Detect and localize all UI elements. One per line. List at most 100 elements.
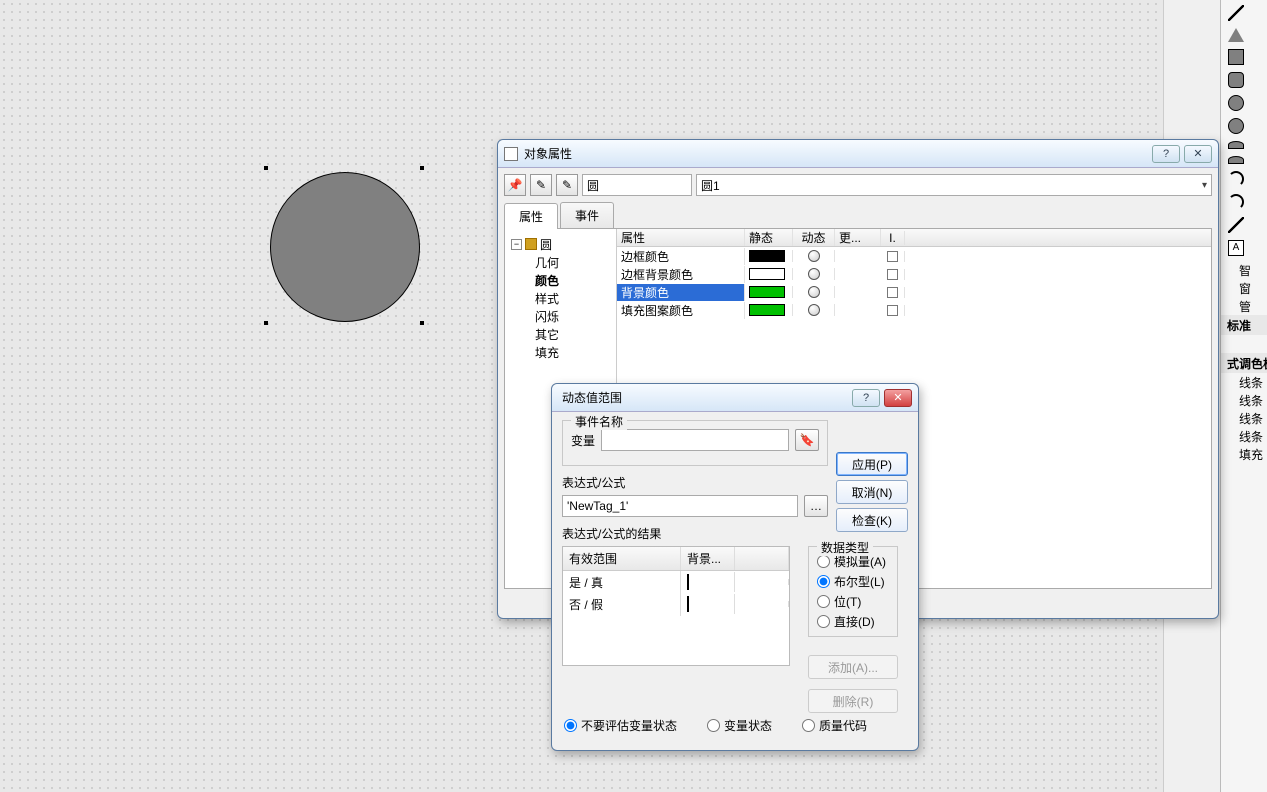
arc2-tool-icon[interactable] (1228, 194, 1244, 210)
table-row[interactable]: 是 / 真 (563, 571, 789, 593)
selection-handle[interactable] (264, 166, 268, 170)
bulb-icon[interactable] (808, 304, 820, 316)
prop-name: 边框颜色 (617, 248, 745, 265)
tag-browse-button[interactable]: 🔖 (795, 429, 819, 451)
col-dynamic[interactable]: 动态 (793, 229, 835, 246)
expression-browse-button[interactable]: … (804, 495, 828, 517)
tree-leaf-color[interactable]: 颜色 (507, 271, 614, 289)
table-row[interactable]: 背景颜色 (617, 283, 1211, 301)
bulb-icon[interactable] (808, 268, 820, 280)
ellipse-tool-icon[interactable] (1228, 95, 1244, 111)
palette-item[interactable]: 线条 (1221, 427, 1267, 445)
close-button[interactable]: ✕ (1184, 145, 1212, 163)
selection-handle[interactable] (264, 321, 268, 325)
color-swatch[interactable] (687, 574, 689, 590)
selection-handle[interactable] (420, 166, 424, 170)
help-button[interactable]: ? (852, 389, 880, 407)
arc-tool-icon[interactable] (1228, 171, 1244, 187)
tree-leaf-fill[interactable]: 填充 (507, 343, 614, 361)
checkbox[interactable] (887, 305, 898, 316)
pin-button[interactable]: 📌 (504, 174, 526, 196)
radio-var-status[interactable]: 变量状态 (707, 717, 772, 734)
table-row[interactable]: 边框背景颜色 (617, 265, 1211, 283)
tab-attributes[interactable]: 属性 (504, 203, 558, 229)
checkbox[interactable] (887, 287, 898, 298)
radio-bool[interactable]: 布尔型(L) (817, 573, 891, 590)
tree-leaf-style[interactable]: 样式 (507, 289, 614, 307)
prop-name: 背景颜色 (617, 284, 745, 301)
tree-leaf-blink[interactable]: 闪烁 (507, 307, 614, 325)
radio-quality-code[interactable]: 质量代码 (802, 717, 867, 734)
col-bg[interactable]: 背景... (681, 547, 735, 570)
text-tool-icon[interactable]: A (1228, 240, 1244, 256)
color-swatch[interactable] (749, 286, 785, 298)
palette-item[interactable]: 线条 (1221, 391, 1267, 409)
col-indirect[interactable]: I. (881, 231, 905, 245)
palette-item[interactable]: 智 (1221, 261, 1267, 279)
chord-tool-icon[interactable] (1228, 156, 1244, 164)
tree-leaf-other[interactable]: 其它 (507, 325, 614, 343)
chevron-down-icon: ▾ (1202, 180, 1207, 191)
dynamic-range-dialog: 动态值范围 ? ✕ 应用(P) 取消(N) 检查(K) 事件名称 变量 🔖 表达… (551, 383, 919, 751)
pipette1-button[interactable]: ✎ (530, 174, 552, 196)
table-row[interactable]: 否 / 假 (563, 593, 789, 615)
variable-field[interactable] (601, 429, 789, 451)
col-more[interactable]: 更... (835, 229, 881, 246)
selection-handle[interactable] (420, 321, 424, 325)
radio-direct[interactable]: 直接(D) (817, 613, 891, 630)
pipette2-button[interactable]: ✎ (556, 174, 578, 196)
palette-section-header: 式调色板 (1221, 353, 1267, 373)
check-button[interactable]: 检查(K) (836, 508, 908, 532)
palette-item[interactable]: 线条 (1221, 409, 1267, 427)
col-property[interactable]: 属性 (617, 229, 745, 246)
color-swatch[interactable] (749, 250, 785, 262)
bulb-icon[interactable] (808, 250, 820, 262)
color-swatch[interactable] (749, 268, 785, 280)
palette-item[interactable]: 填充 (1221, 445, 1267, 463)
delete-button: 删除(R) (808, 689, 898, 713)
prop-name: 填充图案颜色 (617, 302, 745, 319)
object-name-combo[interactable]: 圆1 ▾ (696, 174, 1212, 196)
tree-leaf-geometry[interactable]: 几何 (507, 253, 614, 271)
dialog-titlebar[interactable]: 对象属性 ? ✕ (498, 140, 1218, 168)
line-tool-icon[interactable] (1228, 5, 1244, 21)
rect-tool-icon[interactable] (1228, 49, 1244, 65)
row-label: 是 / 真 (563, 571, 681, 594)
palette-item[interactable]: 窗 (1221, 279, 1267, 297)
circle-tool-icon[interactable] (1228, 118, 1244, 134)
table-row[interactable]: 边框颜色 (617, 247, 1211, 265)
tab-events[interactable]: 事件 (560, 202, 614, 228)
col-static[interactable]: 静态 (745, 229, 793, 246)
palette-item[interactable]: 线条 (1221, 373, 1267, 391)
group-label: 数据类型 (817, 539, 873, 556)
palette-section-header: 标准 (1221, 315, 1267, 335)
tree-root: 圆 (540, 236, 552, 253)
cancel-button[interactable]: 取消(N) (836, 480, 908, 504)
roundrect-tool-icon[interactable] (1228, 72, 1244, 88)
radio-bit[interactable]: 位(T) (817, 593, 891, 610)
expression-field[interactable] (562, 495, 798, 517)
group-label: 事件名称 (571, 413, 627, 430)
connector-tool-icon[interactable] (1228, 217, 1244, 233)
collapse-icon[interactable]: − (511, 239, 522, 250)
apply-button[interactable]: 应用(P) (836, 452, 908, 476)
help-button[interactable]: ? (1152, 145, 1180, 163)
pie-tool-icon[interactable] (1228, 141, 1244, 149)
checkbox[interactable] (887, 269, 898, 280)
object-type-field[interactable] (582, 174, 692, 196)
color-swatch[interactable] (687, 596, 689, 612)
col-extra[interactable] (735, 547, 789, 570)
radio-no-eval[interactable]: 不要评估变量状态 (564, 717, 677, 734)
col-range[interactable]: 有效范围 (563, 547, 681, 570)
palette-item[interactable]: 管 (1221, 297, 1267, 315)
polygon-tool-icon[interactable] (1228, 28, 1244, 42)
checkbox[interactable] (887, 251, 898, 262)
shape-circle[interactable] (270, 172, 420, 322)
color-swatch[interactable] (749, 304, 785, 316)
table-row[interactable]: 填充图案颜色 (617, 301, 1211, 319)
close-button[interactable]: ✕ (884, 389, 912, 407)
bulb-icon[interactable] (808, 286, 820, 298)
variable-label: 变量 (571, 432, 595, 449)
dialog-titlebar[interactable]: 动态值范围 ? ✕ (552, 384, 918, 412)
window-icon (504, 147, 518, 161)
